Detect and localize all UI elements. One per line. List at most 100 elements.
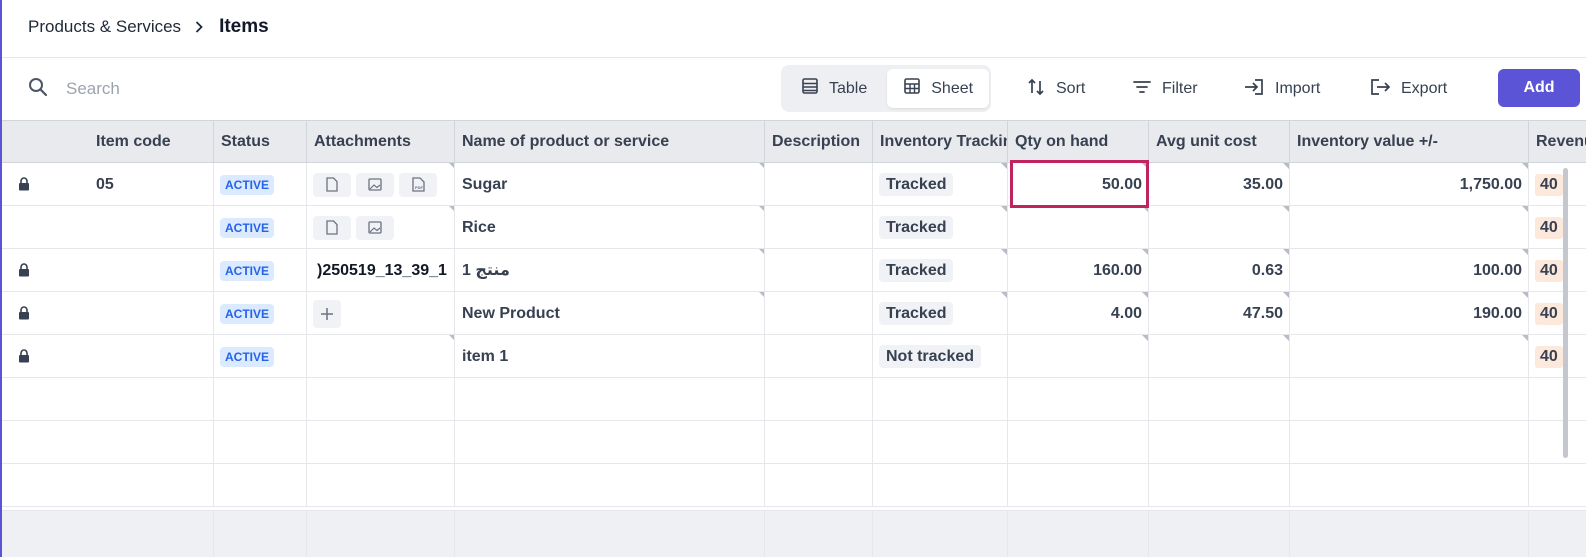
tracking-cell[interactable]: Tracked — [872, 206, 1007, 249]
table-row[interactable]: ACTIVE )250519_13_39_1 منتج 1 Tracked 16… — [2, 249, 1586, 292]
pdf-icon[interactable]: PDF — [399, 172, 437, 197]
description-cell[interactable] — [764, 249, 873, 292]
table-row[interactable]: ACTIVE item 1 Not tracked 40 — [2, 335, 1586, 378]
file-icon[interactable] — [313, 172, 351, 197]
avg-unit-cost-cell[interactable]: 35.00 — [1148, 163, 1289, 206]
status-cell[interactable]: ACTIVE — [213, 163, 306, 206]
empty-cell[interactable] — [1528, 378, 1586, 421]
empty-cell[interactable] — [1007, 464, 1148, 507]
attachments-cell[interactable] — [306, 206, 455, 249]
empty-cell[interactable] — [454, 421, 765, 464]
column-header-inventory-tracking[interactable]: Inventory Tracking — [872, 121, 1007, 163]
empty-cell[interactable] — [454, 464, 765, 507]
revenue-cell[interactable]: 40 — [1528, 206, 1586, 249]
empty-cell[interactable] — [764, 464, 873, 507]
empty-cell[interactable] — [1148, 464, 1289, 507]
name-cell[interactable]: Rice — [454, 206, 765, 249]
column-header-avg-unit-cost[interactable]: Avg unit cost — [1148, 121, 1289, 163]
empty-cell[interactable] — [213, 464, 306, 507]
name-cell[interactable]: منتج 1 — [454, 249, 765, 292]
item-code-cell[interactable]: 05 — [89, 163, 214, 206]
description-cell[interactable] — [764, 163, 873, 206]
empty-cell[interactable] — [306, 464, 455, 507]
vertical-scrollbar[interactable] — [1563, 168, 1568, 458]
empty-cell[interactable] — [213, 421, 306, 464]
empty-cell[interactable] — [306, 421, 455, 464]
status-cell[interactable]: ACTIVE — [213, 292, 306, 335]
plus-icon[interactable] — [313, 299, 341, 328]
empty-cell[interactable] — [872, 421, 1007, 464]
avg-unit-cost-cell[interactable]: 0.63 — [1148, 249, 1289, 292]
empty-cell[interactable] — [1289, 421, 1528, 464]
filter-button[interactable]: Filter — [1132, 74, 1198, 104]
avg-unit-cost-cell[interactable] — [1148, 206, 1289, 249]
inventory-value-cell[interactable] — [1289, 206, 1528, 249]
column-header-revenue[interactable]: Revenue — [1528, 121, 1586, 163]
empty-cell[interactable] — [1148, 378, 1289, 421]
revenue-cell[interactable]: 40 — [1528, 335, 1586, 378]
empty-cell[interactable] — [213, 378, 306, 421]
empty-cell[interactable] — [1148, 421, 1289, 464]
tracking-cell[interactable]: Tracked — [872, 163, 1007, 206]
tracking-cell[interactable]: Tracked — [872, 292, 1007, 335]
tracking-cell[interactable]: Tracked — [872, 249, 1007, 292]
breadcrumb-parent-link[interactable]: Products & Services — [28, 17, 181, 37]
empty-cell[interactable] — [1007, 421, 1148, 464]
column-header-name[interactable]: Name of product or service — [454, 121, 765, 163]
item-code-cell[interactable] — [89, 249, 214, 292]
sheet-view-button[interactable]: Sheet — [887, 69, 990, 108]
revenue-cell[interactable]: 40 — [1528, 292, 1586, 335]
empty-cell[interactable] — [306, 378, 455, 421]
empty-cell[interactable] — [764, 421, 873, 464]
empty-cell[interactable] — [1528, 464, 1586, 507]
tracking-cell[interactable]: Not tracked — [872, 335, 1007, 378]
empty-cell[interactable] — [764, 378, 873, 421]
attachment-filename-cell[interactable]: )250519_13_39_1 — [306, 249, 455, 292]
qty-on-hand-cell[interactable]: 4.00 — [1007, 292, 1148, 335]
qty-on-hand-cell[interactable] — [1007, 335, 1148, 378]
file-icon[interactable] — [313, 215, 351, 240]
export-button[interactable]: Export — [1369, 74, 1447, 104]
attachments-cell[interactable] — [306, 292, 455, 335]
column-header-qty-on-hand[interactable]: Qty on hand — [1007, 121, 1148, 163]
status-cell[interactable]: ACTIVE — [213, 335, 306, 378]
inventory-value-cell[interactable] — [1289, 335, 1528, 378]
qty-on-hand-cell[interactable]: 160.00 — [1007, 249, 1148, 292]
column-header-inventory-value[interactable]: Inventory value +/- — [1289, 121, 1528, 163]
name-cell[interactable]: New Product — [454, 292, 765, 335]
empty-row[interactable] — [2, 378, 1586, 421]
name-cell[interactable]: Sugar — [454, 163, 765, 206]
description-cell[interactable] — [764, 335, 873, 378]
import-button[interactable]: Import — [1243, 74, 1320, 104]
empty-cell[interactable] — [1289, 378, 1528, 421]
search-input[interactable] — [66, 79, 366, 99]
column-header-description[interactable]: Description — [764, 121, 873, 163]
qty-on-hand-cell[interactable]: 50.00 — [1007, 163, 1148, 206]
attachments-cell[interactable]: PDF — [306, 163, 455, 206]
inventory-value-cell[interactable]: 190.00 — [1289, 292, 1528, 335]
empty-cell[interactable] — [1528, 421, 1586, 464]
name-cell[interactable]: item 1 — [454, 335, 765, 378]
table-row[interactable]: 05 ACTIVE PDF Sugar Tracked 50.00 35.00 … — [2, 163, 1586, 206]
attachments-cell[interactable] — [306, 335, 455, 378]
description-cell[interactable] — [764, 292, 873, 335]
table-row[interactable]: ACTIVE Rice Tracked 40 — [2, 206, 1586, 249]
sort-button[interactable]: Sort — [1026, 74, 1085, 104]
empty-row[interactable] — [2, 464, 1586, 507]
table-view-button[interactable]: Table — [785, 69, 883, 108]
empty-cell[interactable] — [872, 464, 1007, 507]
status-cell[interactable]: ACTIVE — [213, 249, 306, 292]
image-icon[interactable] — [356, 172, 394, 197]
status-cell[interactable]: ACTIVE — [213, 206, 306, 249]
empty-cell[interactable] — [1289, 464, 1528, 507]
column-header-attachments[interactable]: Attachments — [306, 121, 455, 163]
empty-cell[interactable] — [872, 378, 1007, 421]
revenue-cell[interactable]: 40 — [1528, 249, 1586, 292]
item-code-cell[interactable] — [89, 292, 214, 335]
item-code-cell[interactable] — [89, 206, 214, 249]
inventory-value-cell[interactable]: 100.00 — [1289, 249, 1528, 292]
item-code-cell[interactable] — [89, 335, 214, 378]
add-button[interactable]: Add — [1498, 69, 1580, 107]
empty-row[interactable] — [2, 421, 1586, 464]
column-header-item-code[interactable]: Item code — [89, 121, 214, 163]
